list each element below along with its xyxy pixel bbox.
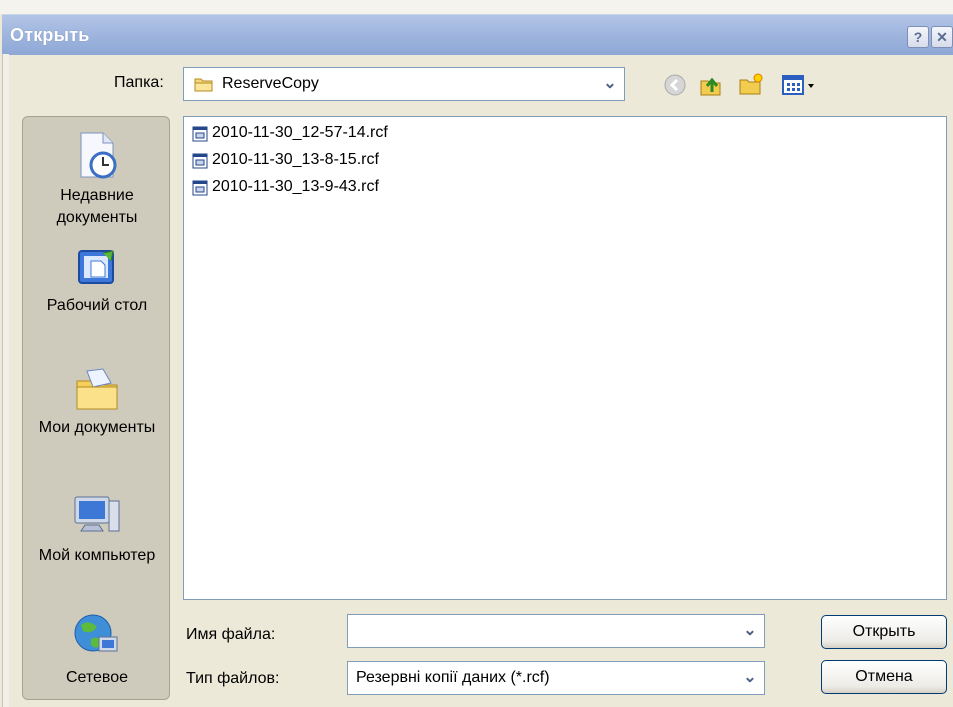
- view-menu-icon[interactable]: [780, 72, 820, 98]
- filetype-dropdown-button[interactable]: ⌄: [736, 662, 764, 694]
- rcf-file-icon: [192, 153, 208, 169]
- file-name: 2010-11-30_13-8-15.rcf: [212, 151, 379, 168]
- places-bar: Недавние документы Рабочий стол Мои доку…: [22, 116, 170, 700]
- file-name: 2010-11-30_13-9-43.rcf: [212, 178, 379, 195]
- filetype-label: Тип файлов:: [186, 670, 280, 687]
- file-list[interactable]: 2010-11-30_12-57-14.rcf 2010-11-30_13-8-…: [183, 116, 947, 600]
- cancel-button[interactable]: Отмена: [821, 660, 947, 694]
- place-label: Мои документы: [38, 419, 156, 436]
- chevron-down-icon: ⌄: [743, 622, 757, 639]
- file-name: 2010-11-30_12-57-14.rcf: [212, 124, 388, 141]
- desktop-icon: [23, 247, 169, 291]
- place-label: Сетевое: [65, 669, 129, 686]
- place-my-documents[interactable]: Мои документы: [23, 365, 169, 439]
- dialog-title: Открыть: [10, 25, 90, 45]
- close-button[interactable]: ✕: [931, 26, 953, 48]
- recent-documents-icon: [23, 131, 169, 181]
- folder-up-icon[interactable]: [698, 72, 724, 98]
- folder-dropdown-button[interactable]: ⌄: [596, 68, 624, 100]
- filetype-select[interactable]: Резервні копії даних (*.rcf) ⌄: [347, 661, 765, 695]
- folder-value: ReserveCopy: [222, 75, 319, 92]
- chevron-down-icon: ⌄: [743, 669, 757, 686]
- chevron-down-icon: ⌄: [603, 75, 617, 92]
- folder-icon: [194, 76, 214, 97]
- my-documents-icon: [23, 365, 169, 413]
- folder-combo[interactable]: ReserveCopy ⌄: [183, 67, 625, 101]
- rcf-file-icon: [192, 180, 208, 196]
- open-button[interactable]: Открыть: [821, 615, 947, 649]
- place-desktop[interactable]: Рабочий стол: [23, 247, 169, 317]
- new-folder-icon[interactable]: [738, 72, 764, 98]
- title-bar[interactable]: Открыть ? ✕: [2, 14, 953, 55]
- filename-field[interactable]: ⌄: [347, 614, 765, 648]
- back-icon[interactable]: [662, 72, 688, 98]
- place-label: Рабочий стол: [46, 297, 148, 314]
- network-icon: [23, 611, 169, 663]
- place-recent-documents[interactable]: Недавние документы: [23, 131, 169, 229]
- dialog-left-border: [2, 54, 9, 707]
- filename-label: Имя файла:: [186, 626, 276, 643]
- rcf-file-icon: [192, 126, 208, 142]
- place-label: Недавние документы: [56, 187, 138, 226]
- place-label: Мой компьютер: [38, 547, 156, 564]
- folder-label: Папка:: [114, 74, 164, 91]
- filename-dropdown-button[interactable]: ⌄: [736, 615, 764, 647]
- background-window-strip: [0, 0, 953, 14]
- place-network[interactable]: Сетевое: [23, 611, 169, 689]
- place-my-computer[interactable]: Мой компьютер: [23, 491, 169, 567]
- filetype-value: Резервні копії даних (*.rcf): [356, 669, 550, 686]
- my-computer-icon: [23, 491, 169, 541]
- help-button[interactable]: ?: [907, 26, 929, 48]
